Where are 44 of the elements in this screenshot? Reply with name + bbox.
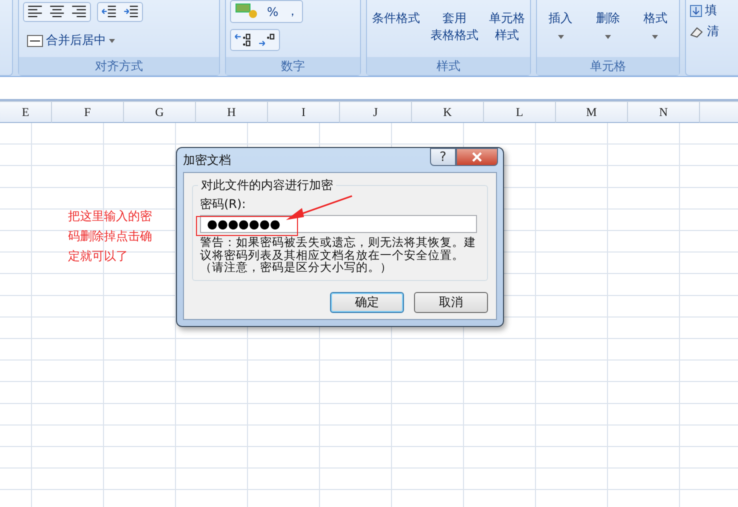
editing-button[interactable]: 填: [686, 0, 738, 21]
style-button[interactable]: 单元格 样式: [486, 10, 527, 44]
ok-button[interactable]: 确定: [330, 292, 404, 313]
caret-icon: [109, 38, 115, 42]
column-header[interactable]: N: [628, 102, 700, 123]
column-header[interactable]: I: [268, 102, 340, 123]
annotation-arrow: [286, 195, 352, 220]
column-header[interactable]: M: [556, 102, 628, 123]
group-title: 对此文件的内容进行加密: [200, 177, 334, 194]
style-button[interactable]: 条件格式: [370, 10, 422, 27]
column-header[interactable]: F: [52, 102, 124, 123]
column-header[interactable]: J: [340, 102, 412, 123]
group-label: 单元格: [537, 57, 679, 75]
cancel-button[interactable]: 取消: [414, 292, 488, 313]
editing-button[interactable]: 清: [686, 21, 738, 42]
warning-text: 警告：如果密码被丢失或遗忘，则无法将其恢复。建议将密码列表及其相应文档名放在一个安全位置。（请注意，密码是区分大小写的。）: [200, 236, 477, 274]
comma-button[interactable]: ，: [282, 1, 302, 22]
password-label: 密码(R):: [200, 196, 246, 213]
cells-button[interactable]: 删除: [594, 10, 622, 39]
dialog-title: 加密文档: [183, 152, 231, 168]
cells-button[interactable]: 格式: [641, 10, 670, 39]
merge-cells-icon: [27, 34, 43, 46]
down-arrow-icon: [690, 4, 702, 16]
cells-button[interactable]: 插入: [546, 10, 575, 39]
group-label: 对齐方式: [19, 57, 219, 75]
annotation-text: 把这里输入的密码删除掉点击确定就可以了: [68, 208, 153, 265]
help-button[interactable]: ?: [430, 148, 456, 166]
caret-icon: [558, 35, 564, 39]
password-field[interactable]: ●●●●●●●: [200, 215, 477, 233]
column-header[interactable]: G: [124, 102, 196, 123]
column-header[interactable]: H: [196, 102, 268, 123]
caret-icon: [652, 35, 658, 39]
close-icon: [472, 152, 482, 162]
style-button[interactable]: 套用 表格格式: [428, 10, 480, 44]
column-header[interactable]: L: [484, 102, 556, 123]
group-label: 数字: [226, 57, 360, 75]
percent-button[interactable]: %: [263, 1, 282, 22]
caret-icon: [604, 35, 611, 39]
merge-center-button[interactable]: 合并后居中: [23, 30, 119, 51]
group-label: 样式: [367, 57, 530, 75]
close-button[interactable]: [456, 148, 498, 166]
eraser-icon: [690, 26, 704, 38]
column-header[interactable]: E: [0, 102, 52, 123]
column-header[interactable]: K: [412, 102, 484, 123]
